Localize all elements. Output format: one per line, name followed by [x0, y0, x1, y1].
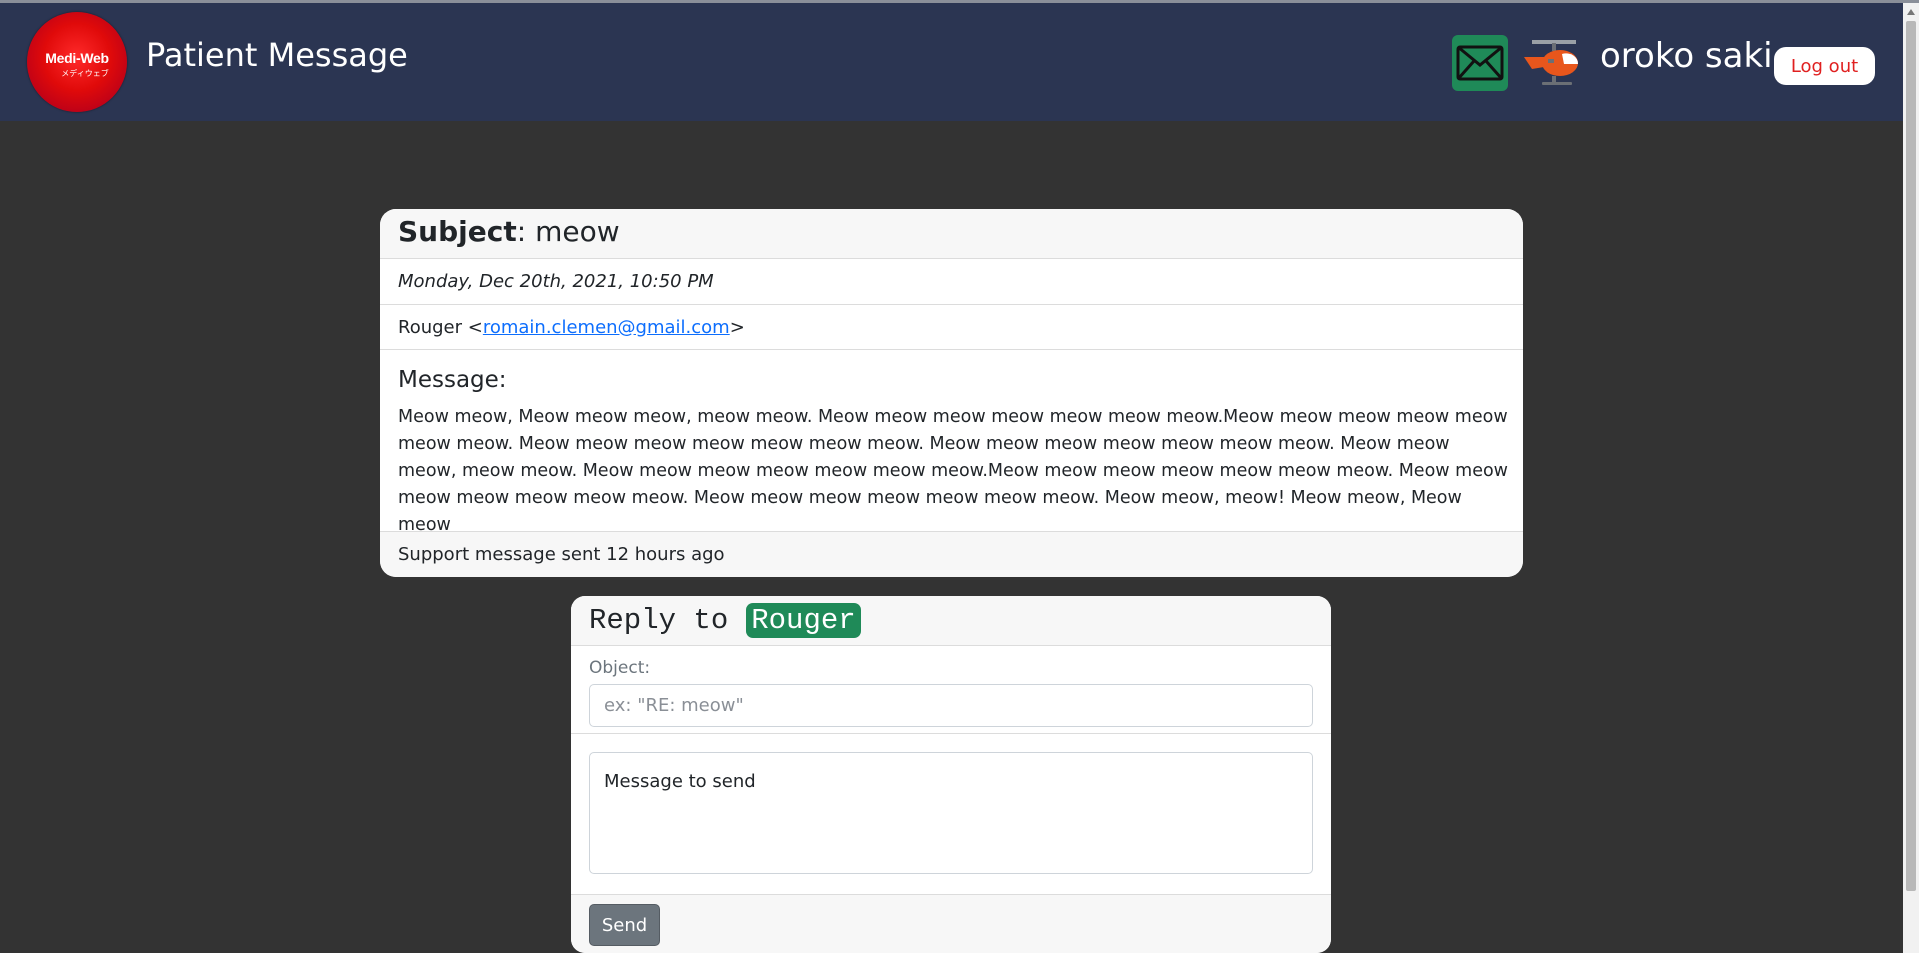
sender-email-link[interactable]: romain.clemen@gmail.com [483, 317, 730, 338]
send-button[interactable]: Send [589, 904, 660, 946]
logo-subtext: メディウェブ [61, 69, 109, 78]
object-section: Object: [571, 646, 1331, 734]
scrollbar-thumb[interactable] [1906, 21, 1916, 891]
page-title: Patient Message [146, 36, 408, 74]
envelope-icon [1456, 45, 1504, 81]
logout-button[interactable]: Log out [1774, 47, 1875, 85]
helicopter-icon[interactable] [1522, 37, 1584, 89]
message-sender: Rouger < romain.clemen@gmail.com > [380, 305, 1523, 350]
sender-close-bracket: > [729, 316, 745, 338]
subject-separator: : [516, 215, 536, 248]
send-section: Send [571, 895, 1331, 953]
reply-header: Reply to Rouger [571, 596, 1331, 646]
medi-web-logo[interactable]: Medi-Web メディウェブ [27, 12, 127, 112]
message-footer: Support message sent 12 hours ago [380, 532, 1523, 577]
message-body-text: Meow meow, Meow meow meow, meow meow. Me… [398, 407, 1508, 535]
message-section [571, 734, 1331, 895]
reply-card: Reply to Rouger Object: Send [571, 596, 1331, 953]
message-subject: Subject: meow [380, 209, 1523, 259]
sender-name: Rouger [398, 316, 468, 338]
messages-button[interactable] [1452, 35, 1508, 91]
message-textarea[interactable] [589, 752, 1313, 874]
subject-label: Subject [398, 215, 517, 248]
page-scrollbar[interactable] [1903, 3, 1919, 953]
message-body-title: Message: [398, 367, 507, 393]
message-card: Subject: meow Monday, Dec 20th, 2021, 10… [380, 209, 1523, 577]
reply-recipient-badge: Rouger [746, 603, 861, 638]
message-date: Monday, Dec 20th, 2021, 10:50 PM [380, 259, 1523, 305]
reply-title: Reply to [589, 604, 729, 637]
username: oroko saki [1600, 36, 1773, 76]
object-label: Object: [589, 658, 651, 678]
sender-open-bracket: < [467, 316, 483, 338]
object-input[interactable] [589, 684, 1313, 727]
message-body: Message: Meow meow, Meow meow meow, meow… [380, 350, 1523, 535]
logo-text: Medi-Web [45, 50, 109, 66]
scroll-up-arrow-icon[interactable] [1907, 9, 1915, 15]
top-navbar: Medi-Web メディウェブ Patient Message oroko sa… [0, 3, 1903, 121]
subject-value: meow [535, 215, 620, 248]
